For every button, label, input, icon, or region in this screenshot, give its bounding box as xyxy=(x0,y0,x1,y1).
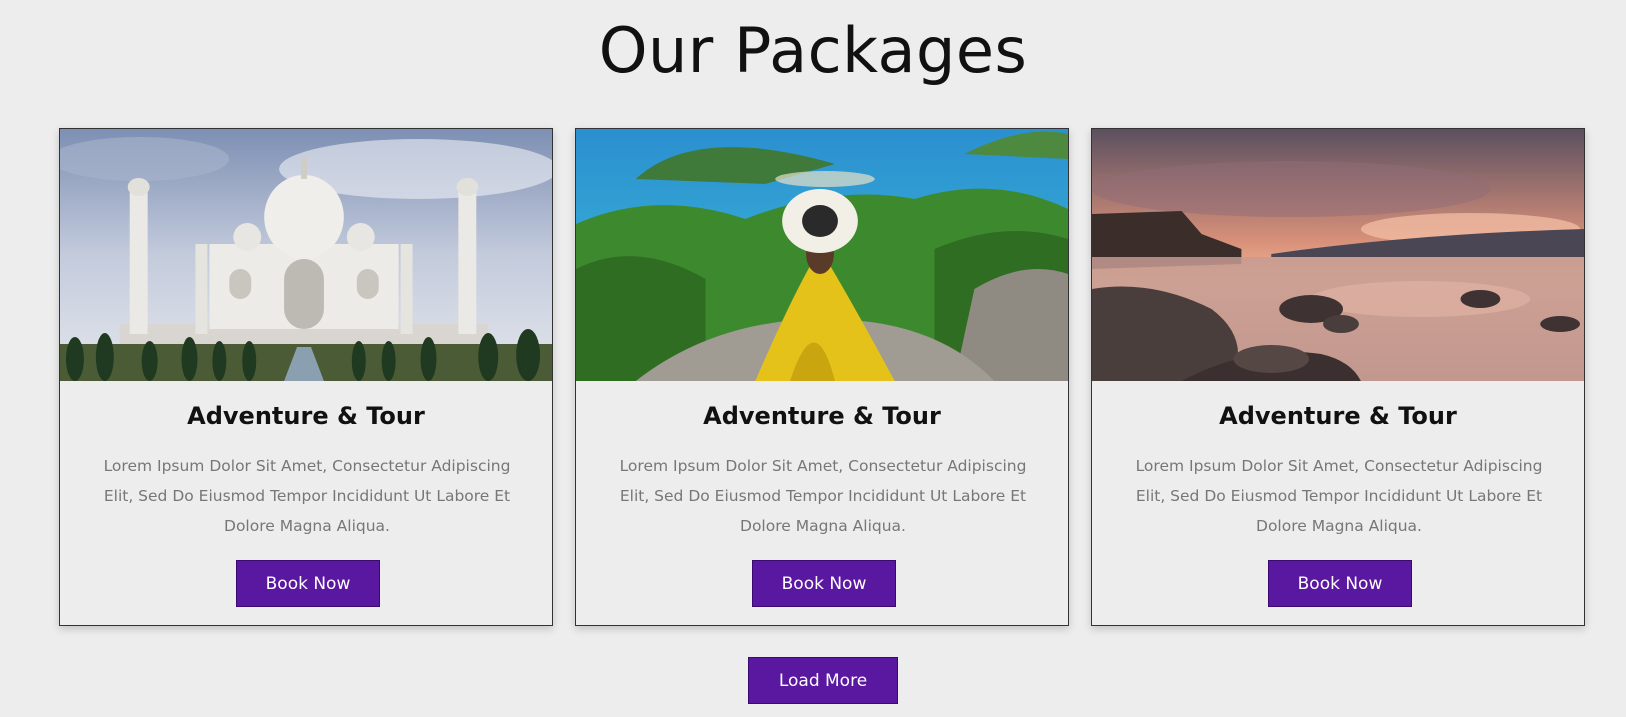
package-description: Lorem Ipsum Dolor Sit Amet, Consectetur … xyxy=(103,457,511,535)
package-card-3: Adventure & Tour Lorem Ipsum Dolor Sit A… xyxy=(1091,128,1585,626)
package-card-1: Adventure & Tour Lorem Ipsum Dolor Sit A… xyxy=(59,128,553,626)
package-card-2: Adventure & Tour Lorem Ipsum Dolor Sit A… xyxy=(575,128,1069,626)
book-now-button[interactable]: Book Now xyxy=(1268,560,1412,607)
package-description: Lorem Ipsum Dolor Sit Amet, Consectetur … xyxy=(619,457,1027,535)
tropical-island-image xyxy=(576,129,1068,381)
page-title: Our Packages xyxy=(598,14,1028,87)
book-now-button[interactable]: Book Now xyxy=(752,560,896,607)
taj-mahal-image xyxy=(60,129,552,381)
package-title: Adventure & Tour xyxy=(187,402,425,430)
package-description: Lorem Ipsum Dolor Sit Amet, Consectetur … xyxy=(1135,457,1543,535)
package-title: Adventure & Tour xyxy=(1219,402,1457,430)
sunset-lake-image xyxy=(1092,129,1584,381)
load-more-button[interactable]: Load More xyxy=(748,657,898,704)
book-now-button[interactable]: Book Now xyxy=(236,560,380,607)
package-title: Adventure & Tour xyxy=(703,402,941,430)
